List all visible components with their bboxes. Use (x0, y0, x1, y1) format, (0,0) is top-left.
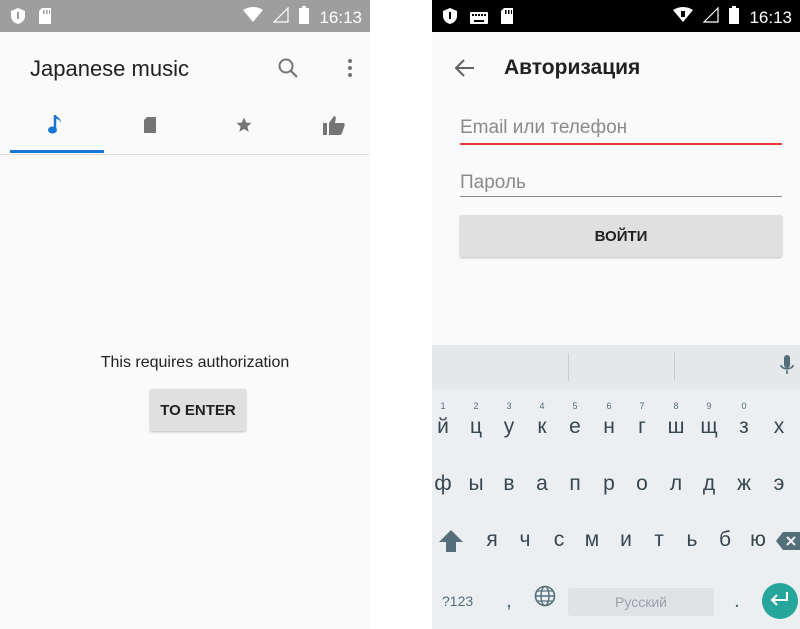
key-и[interactable]: и (609, 528, 643, 552)
key-ы[interactable]: ы (459, 472, 493, 496)
key-ж[interactable]: ж (727, 472, 761, 496)
wifi-icon (673, 7, 694, 28)
thumb-up-icon (323, 115, 345, 140)
signal-icon (703, 6, 720, 28)
comma-key[interactable]: , (506, 589, 512, 613)
tab-recommended[interactable] (288, 100, 370, 154)
more-options-icon[interactable] (344, 56, 356, 85)
space-key[interactable]: Русский (568, 588, 714, 616)
key-ц[interactable]: 2ц (459, 401, 493, 439)
backspace-key-icon[interactable] (776, 532, 800, 555)
microphone-icon[interactable] (780, 355, 794, 382)
page-title: Авторизация (504, 56, 641, 79)
key-я[interactable]: я (475, 528, 509, 552)
key-т[interactable]: т (642, 528, 676, 552)
key-й[interactable]: 1й (432, 401, 460, 439)
enter-arrow-icon (770, 591, 790, 612)
key-к[interactable]: 4к (525, 401, 559, 439)
battery-icon (299, 6, 310, 29)
key-а[interactable]: а (525, 472, 559, 496)
key-с[interactable]: с (542, 528, 576, 552)
key-э[interactable]: э (762, 472, 796, 496)
tab-indicator (10, 150, 104, 153)
key-г[interactable]: 7г (625, 401, 659, 439)
signal-icon (273, 6, 290, 28)
right-screen: 16:13 Авторизация Email или телефон Паро… (432, 0, 800, 629)
login-button[interactable]: ВОЙТИ (460, 215, 782, 257)
key-ф[interactable]: ф (432, 472, 460, 496)
search-icon[interactable] (276, 56, 300, 85)
to-enter-button[interactable]: TO ENTER (150, 389, 246, 431)
globe-icon[interactable] (534, 585, 556, 612)
left-screen: 16:13 Japanese music This requires autho… (0, 0, 370, 629)
tab-bar (0, 100, 370, 155)
wifi-icon (243, 7, 264, 28)
status-bar: 16:13 (0, 0, 370, 32)
key-ю[interactable]: ю (741, 528, 775, 552)
key-о[interactable]: о (625, 472, 659, 496)
back-arrow-icon[interactable] (454, 58, 476, 83)
star-icon (235, 116, 253, 139)
authorization-message: This requires authorization (100, 354, 290, 371)
battery-icon (729, 6, 740, 29)
key-з[interactable]: 0з (727, 401, 761, 439)
sd-card-status-icon (38, 7, 52, 30)
key-п[interactable]: п (558, 472, 592, 496)
shift-key-icon[interactable] (438, 529, 464, 558)
email-field[interactable]: Email или телефон (460, 117, 782, 139)
tab-sd-card[interactable] (104, 100, 196, 154)
key-в[interactable]: в (492, 472, 526, 496)
sd-card-status-icon (500, 7, 514, 30)
tab-music[interactable] (10, 100, 102, 154)
period-key[interactable]: . (734, 589, 740, 613)
status-time: 16:13 (749, 7, 792, 27)
password-underline (460, 196, 782, 197)
key-р[interactable]: р (592, 472, 626, 496)
password-field[interactable]: Пароль (460, 172, 782, 194)
status-bar: 16:13 (432, 0, 800, 32)
email-underline (460, 143, 782, 145)
music-note-icon (47, 114, 65, 141)
suggestion-divider (674, 353, 675, 381)
key-е[interactable]: 5е (558, 401, 592, 439)
page-title: Japanese music (30, 56, 189, 81)
key-ш[interactable]: 8ш (659, 401, 693, 439)
key-х[interactable]: х (762, 415, 796, 439)
soft-keyboard: 1й 2ц 3у 4к 5е 6н 7г 8ш 9щ 0з х ф ы в а … (432, 345, 800, 629)
key-щ[interactable]: 9щ (692, 401, 726, 439)
sd-card-icon (143, 116, 157, 139)
suggestion-divider (568, 353, 569, 381)
key-б[interactable]: б (708, 528, 742, 552)
symbols-key[interactable]: ?123 (442, 593, 473, 609)
key-м[interactable]: м (575, 528, 609, 552)
key-н[interactable]: 6н (592, 401, 626, 439)
suggestion-strip (432, 345, 800, 389)
shield-icon (442, 7, 458, 30)
key-у[interactable]: 3у (492, 401, 526, 439)
status-time: 16:13 (319, 7, 362, 27)
enter-key[interactable] (762, 583, 798, 619)
key-л[interactable]: л (659, 472, 693, 496)
tab-favorites[interactable] (198, 100, 290, 154)
shield-icon (10, 7, 26, 30)
keyboard-status-icon (470, 9, 488, 29)
key-ч[interactable]: ч (508, 528, 542, 552)
key-д[interactable]: д (692, 472, 726, 496)
key-ь[interactable]: ь (675, 528, 709, 552)
